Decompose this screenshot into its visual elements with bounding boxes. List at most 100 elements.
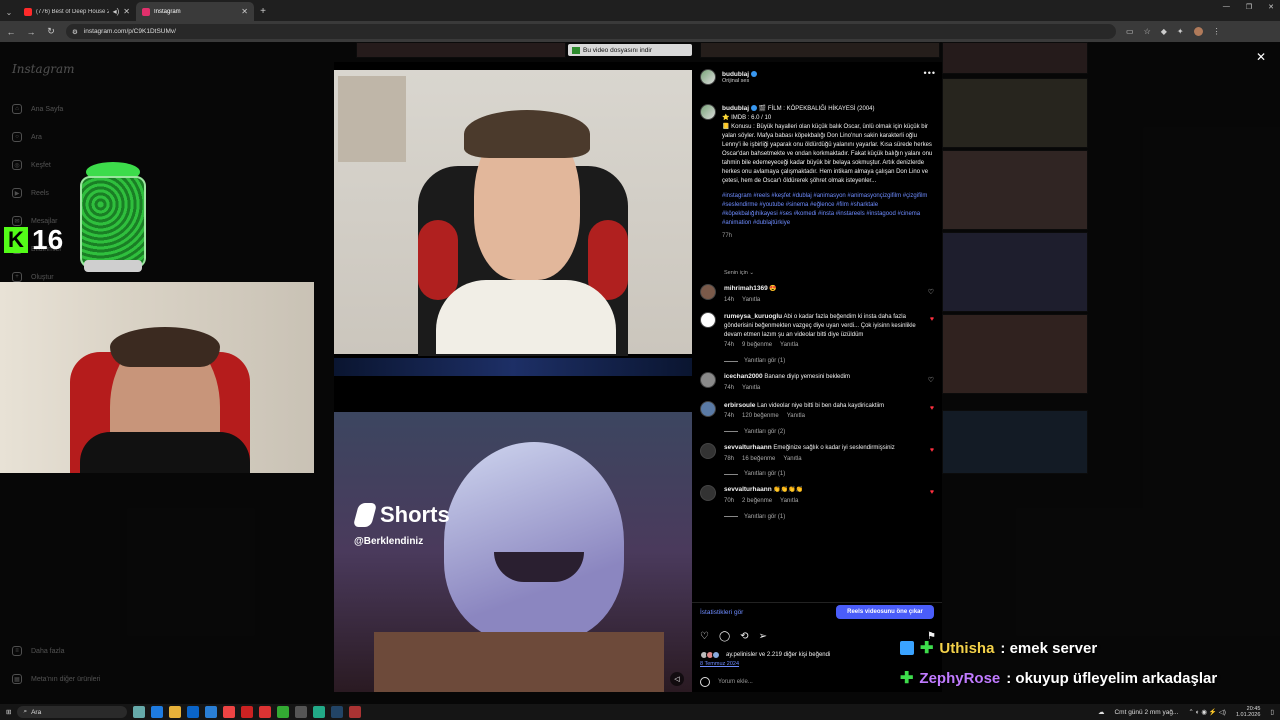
commenter-avatar[interactable] — [700, 442, 716, 459]
author-username[interactable]: budublaj — [722, 105, 749, 112]
cast-icon[interactable]: ▭ — [1126, 27, 1134, 36]
file-explorer-icon[interactable] — [169, 706, 182, 718]
reply-button[interactable]: Yanıtla — [780, 341, 798, 350]
comment-likes[interactable]: 120 beğenme — [742, 412, 779, 421]
liked-heart-icon[interactable]: ♥ — [930, 316, 934, 323]
steam-icon[interactable] — [331, 706, 344, 718]
close-window-icon[interactable]: ✕ — [1268, 3, 1274, 11]
view-insights-link[interactable]: İstatistikleri gör — [700, 609, 743, 616]
commenter-avatar[interactable] — [700, 372, 716, 389]
puzzle-icon[interactable]: ✦ — [1177, 27, 1184, 36]
commenter-username[interactable]: sevvalturhaann — [724, 486, 772, 493]
post-video[interactable]: Shorts @Berklendiniz ◁ — [334, 62, 692, 692]
comment-likes[interactable]: 16 beğenme — [742, 455, 775, 464]
app-icon[interactable] — [277, 706, 290, 718]
menu-icon[interactable]: ⋮ — [1213, 27, 1221, 36]
download-video-banner[interactable]: Bu video dosyasını indir — [568, 44, 692, 56]
like-comment-icon[interactable]: ♡ — [928, 288, 934, 296]
youtube-icon — [24, 7, 32, 16]
opera-icon[interactable] — [241, 706, 254, 718]
mute-icon[interactable]: ◁ — [670, 672, 684, 686]
comment-item: rumeysa_kuruoglu Abi o kadar fazla beğen… — [700, 312, 938, 350]
commenter-username[interactable]: rumeysa_kuruoglu — [724, 313, 782, 320]
reply-button[interactable]: Yanıtla — [742, 384, 760, 393]
app-icon[interactable] — [295, 706, 308, 718]
tab-youtube[interactable]: (776) Best of Deep House 2 ◂) ✕ — [18, 2, 136, 21]
liked-heart-icon[interactable]: ♥ — [930, 447, 934, 454]
likes-summary[interactable]: ay.pelinisler ve 2.219 diğer kişi beğend… — [700, 651, 830, 659]
reply-button[interactable]: Yanıtla — [783, 455, 801, 464]
chrome-icon[interactable] — [223, 706, 236, 718]
commenter-username[interactable]: mihrimah1369 — [724, 285, 768, 292]
start-icon[interactable]: ⊞ — [6, 708, 11, 716]
comment-likes[interactable]: 9 beğenme — [742, 341, 772, 350]
clock[interactable]: 20:45 1.01.2026 — [1236, 706, 1260, 718]
mute-tab-icon[interactable]: ◂) — [113, 7, 120, 16]
comment-item: mihrimah1369 😍 14h Yanıtla ♡ — [700, 284, 938, 304]
edge-icon[interactable] — [151, 706, 164, 718]
comment-likes[interactable]: 2 beğenme — [742, 497, 772, 506]
extension-icon[interactable]: ◆ — [1161, 27, 1167, 36]
close-tab-icon[interactable]: ✕ — [123, 7, 130, 16]
commenter-avatar[interactable] — [700, 400, 716, 417]
liked-heart-icon[interactable]: ♥ — [930, 405, 934, 412]
back-icon[interactable]: ← — [6, 27, 16, 37]
forward-icon[interactable]: → — [26, 27, 36, 37]
like-comment-icon[interactable]: ♡ — [928, 376, 934, 384]
view-replies-button[interactable]: Yanıtları gör (1) — [724, 514, 938, 520]
share-icon[interactable]: ➢ — [759, 631, 767, 642]
reply-button[interactable]: Yanıtla — [742, 296, 760, 305]
app-icon[interactable] — [313, 706, 326, 718]
audio-label[interactable]: Orijinal ses — [722, 78, 757, 84]
obs-icon[interactable] — [349, 706, 362, 718]
site-info-icon[interactable]: ⚙ — [72, 28, 78, 36]
reply-button[interactable]: Yanıtla — [780, 497, 798, 506]
liked-heart-icon[interactable]: ♥ — [930, 489, 934, 496]
reply-button[interactable]: Yanıtla — [787, 412, 805, 421]
new-tab-button[interactable]: + — [254, 2, 272, 21]
chat-username: Uthisha — [939, 639, 995, 657]
task-view-icon[interactable] — [133, 706, 146, 718]
reload-icon[interactable]: ↻ — [46, 26, 56, 37]
winrar-icon[interactable] — [259, 706, 272, 718]
commenter-avatar[interactable] — [700, 312, 716, 329]
commenter-username[interactable]: icechan2000 — [724, 373, 763, 380]
post-date[interactable]: 8 Temmuz 2024 — [700, 661, 739, 667]
tray-icons[interactable]: ⌃ ◐ ◉ ⚡ ◁) — [1188, 708, 1226, 716]
caption-hashtags[interactable]: #instagram #reels #keşfet #dublaj #anima… — [722, 192, 934, 228]
emoji-icon[interactable] — [700, 677, 710, 687]
address-bar[interactable]: ⚙ instagram.com/p/C9K1DtSUMv/ — [66, 24, 1116, 39]
maximize-icon[interactable]: ❐ — [1246, 3, 1252, 11]
boost-reel-button[interactable]: Reels videosunu öne çıkar — [836, 605, 934, 619]
more-options-icon[interactable]: ••• — [924, 68, 936, 78]
minimize-icon[interactable]: — — [1223, 3, 1230, 11]
outlook-icon[interactable] — [205, 706, 218, 718]
commenter-avatar[interactable] — [700, 485, 716, 502]
commenter-username[interactable]: sevvalturhaann — [724, 444, 772, 451]
comment-icon[interactable]: ◯ — [719, 631, 730, 642]
author-avatar[interactable] — [700, 69, 716, 85]
author-username[interactable]: budublaj — [722, 71, 758, 78]
weather-text[interactable]: Cmt günü 2 mm yağ... — [1114, 709, 1178, 716]
taskbar-search[interactable]: ⌕ Ara — [17, 706, 128, 718]
notifications-icon[interactable]: ▯ — [1270, 708, 1274, 716]
view-replies-button[interactable]: Yanıtları gör (1) — [724, 471, 938, 477]
download-banner-label: Bu video dosyasını indir — [583, 46, 653, 54]
view-replies-button[interactable]: Yanıtları gör (2) — [724, 429, 938, 435]
store-icon[interactable] — [187, 706, 200, 718]
comment-time: 74h — [724, 384, 735, 391]
view-replies-button[interactable]: Yanıtları gör (1) — [724, 358, 938, 364]
profile-avatar[interactable] — [1193, 27, 1203, 36]
repost-icon[interactable]: ⟲ — [740, 631, 748, 642]
bookmark-star-icon[interactable]: ☆ — [1144, 27, 1151, 36]
weather-icon[interactable]: ☁ — [1098, 708, 1105, 716]
close-tab-icon[interactable]: ✕ — [241, 7, 248, 16]
tab-instagram[interactable]: Instagram ✕ — [136, 2, 254, 21]
for-you-toggle[interactable]: Senin için ⌄ — [724, 270, 754, 276]
commenter-avatar[interactable] — [700, 284, 716, 300]
author-avatar[interactable] — [700, 104, 716, 120]
tab-search-icon[interactable]: ⌄ — [0, 3, 18, 21]
close-modal-icon[interactable]: ✕ — [1256, 50, 1266, 64]
like-icon[interactable]: ♡ — [700, 631, 709, 642]
commenter-username[interactable]: erbirsoule — [724, 402, 755, 409]
